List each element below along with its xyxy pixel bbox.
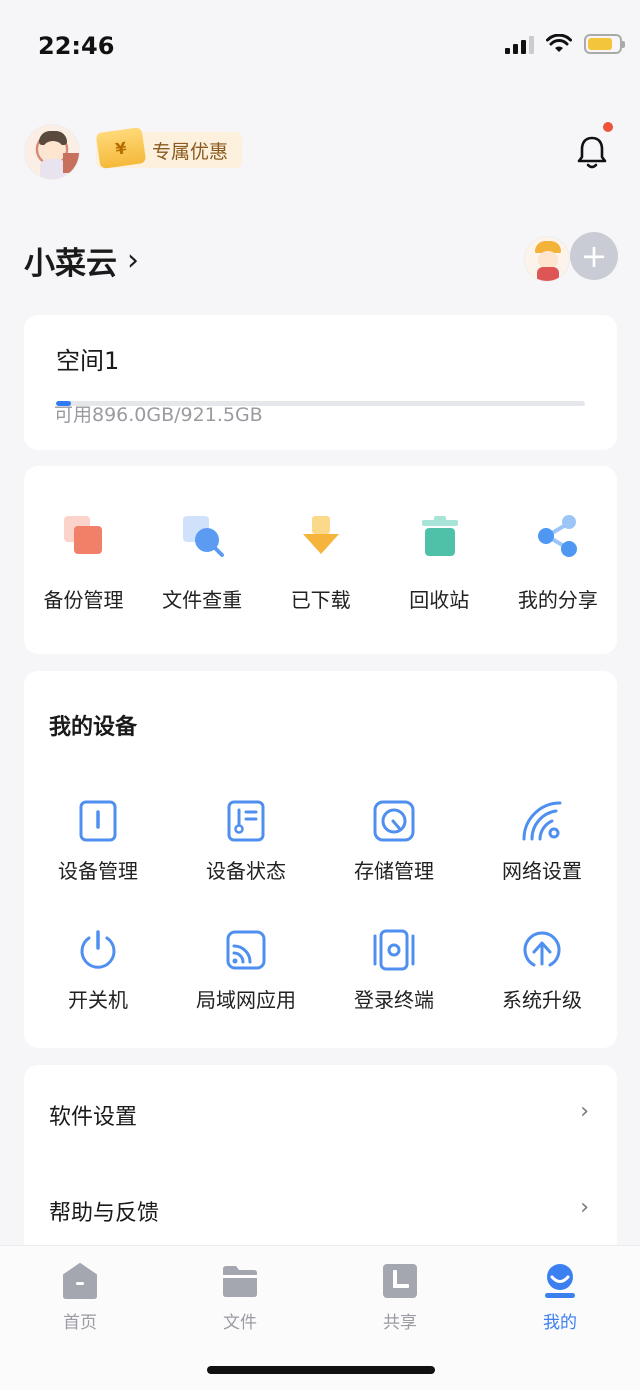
home-icon xyxy=(63,1263,97,1299)
backup-icon xyxy=(64,516,102,554)
device-label: 局域网应用 xyxy=(196,988,296,1012)
storage-manage-button[interactable]: 存储管理 xyxy=(320,799,468,899)
add-member-button[interactable]: + xyxy=(570,232,618,280)
login-terminal-button[interactable]: 登录终端 xyxy=(320,928,468,1028)
lan-app-icon xyxy=(226,930,266,970)
device-label: 登录终端 xyxy=(354,988,434,1012)
exclusive-offer-button[interactable]: ¥ 专属优惠 xyxy=(95,126,243,170)
status-time: 22:46 xyxy=(38,32,115,60)
storage-available-text: 可用896.0GB/921.5GB xyxy=(54,404,263,426)
tab-label: 我的 xyxy=(543,1313,577,1333)
tab-shared[interactable]: 共享 xyxy=(320,1262,480,1342)
power-button[interactable]: 开关机 xyxy=(24,928,172,1028)
menu-item-help-feedback[interactable]: 帮助与反馈 › xyxy=(24,1161,617,1257)
battery-icon xyxy=(584,34,625,54)
device-manage-icon xyxy=(79,800,117,842)
tools-card: 备份管理 文件查重 已下载 回收站 我的分享 xyxy=(24,466,617,654)
my-devices-card: 我的设备 设备管理 设备状态 存储管理 网络设置 开关机 局域网应用 登录终端 … xyxy=(24,671,617,1048)
device-label: 设备管理 xyxy=(58,859,138,883)
device-label: 开关机 xyxy=(68,988,128,1012)
device-label: 系统升级 xyxy=(502,988,582,1012)
tool-label: 文件查重 xyxy=(162,588,243,612)
share-icon xyxy=(538,515,578,557)
storage-card[interactable]: 空间1 xyxy=(24,315,617,450)
lan-apps-button[interactable]: 局域网应用 xyxy=(172,928,320,1028)
space-switcher-row: 小菜云 › + xyxy=(0,228,640,292)
upgrade-icon xyxy=(523,931,561,967)
shared-icon xyxy=(383,1264,417,1298)
wifi-icon xyxy=(546,34,572,52)
device-label: 设备状态 xyxy=(206,859,286,883)
bell-icon[interactable] xyxy=(572,132,612,172)
network-settings-button[interactable]: 网络设置 xyxy=(468,799,616,899)
tool-label: 已下载 xyxy=(290,588,351,612)
space-name: 小菜云 xyxy=(24,246,117,282)
promo-label: 专属优惠 xyxy=(152,140,229,163)
chevron-right-icon: › xyxy=(580,1195,589,1220)
home-indicator[interactable] xyxy=(207,1366,435,1374)
member-avatar[interactable] xyxy=(524,236,570,282)
user-avatar[interactable] xyxy=(24,124,80,180)
coupon-icon: ¥ xyxy=(95,126,147,170)
battery-level xyxy=(588,38,612,50)
tab-label: 首页 xyxy=(63,1313,97,1333)
storage-manage-icon xyxy=(373,800,415,842)
tool-label: 我的分享 xyxy=(517,588,598,612)
section-title: 我的设备 xyxy=(49,715,138,740)
tool-my-share[interactable]: 我的分享 xyxy=(498,466,617,654)
tool-downloaded[interactable]: 已下载 xyxy=(261,466,380,654)
profile-icon xyxy=(545,1264,575,1298)
status-bar: 22:46 xyxy=(0,0,640,92)
tab-mine[interactable]: 我的 xyxy=(480,1262,640,1342)
folder-icon xyxy=(223,1266,257,1297)
notification-dot xyxy=(603,122,613,132)
device-status-button[interactable]: 设备状态 xyxy=(172,799,320,899)
device-label: 存储管理 xyxy=(354,859,434,883)
power-icon xyxy=(80,930,116,969)
menu-label: 帮助与反馈 xyxy=(49,1201,160,1226)
network-icon xyxy=(522,801,562,841)
tool-duplicate-check[interactable]: 文件查重 xyxy=(143,466,262,654)
tab-files[interactable]: 文件 xyxy=(160,1262,320,1342)
download-icon xyxy=(303,516,340,554)
menu-label: 软件设置 xyxy=(49,1105,138,1130)
trash-icon xyxy=(421,516,458,556)
tab-home[interactable]: 首页 xyxy=(0,1262,160,1342)
chevron-right-icon: › xyxy=(580,1099,589,1124)
tab-label: 共享 xyxy=(383,1313,417,1333)
settings-menu-card: 软件设置 › 帮助与反馈 › xyxy=(24,1065,617,1265)
system-upgrade-button[interactable]: 系统升级 xyxy=(468,928,616,1028)
device-status-icon xyxy=(227,800,265,842)
menu-item-software-settings[interactable]: 软件设置 › xyxy=(24,1065,617,1161)
device-manage-button[interactable]: 设备管理 xyxy=(24,799,172,899)
storage-name: 空间1 xyxy=(56,347,120,375)
status-icons xyxy=(505,34,625,54)
device-label: 网络设置 xyxy=(502,859,582,883)
tab-label: 文件 xyxy=(223,1313,257,1333)
duplicate-search-icon xyxy=(182,516,224,557)
space-switcher[interactable]: 小菜云 › xyxy=(24,238,139,283)
profile-header: ¥ 专属优惠 xyxy=(0,120,640,184)
tool-label: 备份管理 xyxy=(43,588,124,612)
login-terminal-icon xyxy=(373,929,415,971)
tool-recycle-bin[interactable]: 回收站 xyxy=(380,466,499,654)
chevron-right-icon: › xyxy=(127,243,139,278)
tool-backup[interactable]: 备份管理 xyxy=(24,466,143,654)
tool-label: 回收站 xyxy=(409,588,470,612)
cellular-signal-icon xyxy=(505,34,534,54)
